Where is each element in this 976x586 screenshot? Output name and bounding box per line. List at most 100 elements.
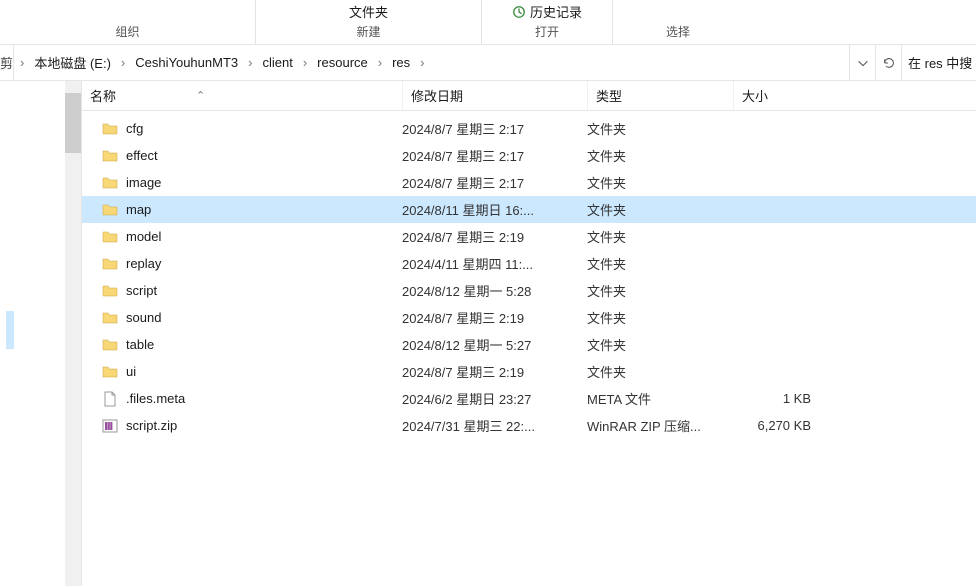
- file-row[interactable]: cfg 2024/8/7 星期三 2:17文件夹: [82, 115, 976, 142]
- chevron-right-icon: ›: [18, 55, 26, 70]
- file-type: 文件夹: [587, 362, 733, 381]
- zip-icon: [102, 418, 118, 434]
- file-date: 2024/8/12 星期一 5:28: [402, 281, 587, 300]
- file-row[interactable]: script 2024/8/12 星期一 5:28文件夹: [82, 277, 976, 304]
- file-type: WinRAR ZIP 压缩...: [587, 416, 733, 435]
- file-date: 2024/8/7 星期三 2:19: [402, 362, 587, 381]
- folder-icon: [102, 337, 118, 353]
- breadcrumb-segment[interactable]: client: [256, 51, 298, 74]
- folder-icon: [102, 175, 118, 191]
- file-name: image: [126, 175, 161, 190]
- file-name: sound: [126, 310, 161, 325]
- folder-icon: [102, 229, 118, 245]
- file-type: 文件夹: [587, 146, 733, 165]
- file-name: .files.meta: [126, 391, 185, 406]
- file-type: 文件夹: [587, 335, 733, 354]
- file-size: 1 KB: [733, 391, 811, 406]
- file-date: 2024/8/7 星期三 2:19: [402, 227, 587, 246]
- breadcrumb-segment[interactable]: 本地磁盘 (E:): [28, 49, 117, 76]
- ribbon-group-open: 历史记录 打开: [482, 0, 612, 44]
- ribbon: 组织 文件夹 新建 历史记录 打开 选择: [0, 0, 976, 45]
- refresh-icon: [882, 56, 896, 70]
- column-header-date[interactable]: 修改日期: [402, 81, 587, 110]
- file-list-pane: 名称 ⌃ 修改日期 类型 大小 cfg2024/8/7 星期三 2:17文件夹e…: [82, 81, 976, 586]
- file-name: cfg: [126, 121, 143, 136]
- nav-scrollbar[interactable]: [65, 81, 81, 586]
- file-type: 文件夹: [587, 227, 733, 246]
- file-name: script.zip: [126, 418, 177, 433]
- address-bar: 剪 ›本地磁盘 (E:)›CeshiYouhunMT3›client›resou…: [0, 45, 976, 81]
- breadcrumb[interactable]: ›本地磁盘 (E:)›CeshiYouhunMT3›client›resourc…: [14, 45, 849, 80]
- column-header-type[interactable]: 类型: [587, 81, 733, 110]
- file-row[interactable]: image2024/8/7 星期三 2:17文件夹: [82, 169, 976, 196]
- address-dropdown-button[interactable]: [849, 45, 875, 80]
- file-type: META 文件: [587, 389, 733, 408]
- file-name: model: [126, 229, 161, 244]
- chevron-right-icon: ›: [376, 55, 384, 70]
- column-header-size[interactable]: 大小: [733, 81, 819, 110]
- ribbon-group-label: 组织: [115, 21, 139, 44]
- file-rows: cfg2024/8/7 星期三 2:17文件夹effect2024/8/7 星期…: [82, 111, 976, 439]
- file-row[interactable]: ui 2024/8/7 星期三 2:19文件夹: [82, 358, 976, 385]
- search-placeholder: 在 res 中搜: [908, 53, 972, 72]
- file-name: map: [126, 202, 151, 217]
- file-type: 文件夹: [587, 200, 733, 219]
- file-row[interactable]: script.zip 2024/7/31 星期三 22:...WinRAR ZIP…: [82, 412, 976, 439]
- sort-indicator-icon: ⌃: [196, 89, 205, 102]
- folder-icon: [102, 256, 118, 272]
- file-row[interactable]: replay 2024/4/11 星期四 11:...文件夹: [82, 250, 976, 277]
- file-row[interactable]: table 2024/8/12 星期一 5:27文件夹: [82, 331, 976, 358]
- folder-icon: [102, 148, 118, 164]
- file-date: 2024/8/7 星期三 2:17: [402, 119, 587, 138]
- ribbon-group-label: 新建: [356, 21, 380, 44]
- file-name: effect: [126, 148, 158, 163]
- file-row[interactable]: effect 2024/8/7 星期三 2:17文件夹: [82, 142, 976, 169]
- file-type: 文件夹: [587, 254, 733, 273]
- refresh-button[interactable]: [875, 45, 901, 80]
- chevron-right-icon: ›: [246, 55, 254, 70]
- history-icon: [512, 5, 526, 19]
- breadcrumb-segment[interactable]: res: [386, 51, 416, 74]
- file-date: 2024/8/11 星期日 16:...: [402, 200, 587, 219]
- nav-scrollbar-thumb[interactable]: [65, 93, 81, 153]
- file-row[interactable]: .files.meta 2024/6/2 星期日 23:27META 文件1 KB: [82, 385, 976, 412]
- file-date: 2024/8/12 星期一 5:27: [402, 335, 587, 354]
- folder-icon: [102, 202, 118, 218]
- file-size: 6,270 KB: [733, 418, 811, 433]
- file-row[interactable]: model 2024/8/7 星期三 2:19文件夹: [82, 223, 976, 250]
- ribbon-group-new: 文件夹 新建: [256, 0, 481, 44]
- file-row[interactable]: map 2024/8/11 星期日 16:...文件夹: [82, 196, 976, 223]
- chevron-down-icon: [856, 56, 870, 70]
- file-name: ui: [126, 364, 136, 379]
- file-type: 文件夹: [587, 308, 733, 327]
- column-headers: 名称 ⌃ 修改日期 类型 大小: [82, 81, 976, 111]
- file-date: 2024/7/31 星期三 22:...: [402, 416, 587, 435]
- file-type: 文件夹: [587, 173, 733, 192]
- file-type: 文件夹: [587, 119, 733, 138]
- file-name: replay: [126, 256, 161, 271]
- chevron-right-icon: ›: [301, 55, 309, 70]
- ribbon-item-history[interactable]: 历史记录: [512, 2, 582, 21]
- file-row[interactable]: sound 2024/8/7 星期三 2:19文件夹: [82, 304, 976, 331]
- ribbon-group-label: 打开: [535, 21, 559, 44]
- breadcrumb-segment[interactable]: resource: [311, 51, 374, 74]
- navigation-pane[interactable]: [0, 81, 82, 586]
- search-input[interactable]: 在 res 中搜: [901, 45, 976, 80]
- ribbon-item-new-folder[interactable]: 文件夹: [349, 2, 388, 21]
- chevron-right-icon: ›: [119, 55, 127, 70]
- file-type: 文件夹: [587, 281, 733, 300]
- file-date: 2024/6/2 星期日 23:27: [402, 389, 587, 408]
- file-name: script: [126, 283, 157, 298]
- folder-icon: [102, 283, 118, 299]
- file-date: 2024/8/7 星期三 2:17: [402, 146, 587, 165]
- file-name: table: [126, 337, 154, 352]
- ribbon-group-select: 选择: [613, 0, 743, 44]
- ribbon-group-organize: 组织: [0, 0, 255, 44]
- column-header-name[interactable]: 名称 ⌃: [82, 81, 402, 110]
- folder-icon: [102, 310, 118, 326]
- file-date: 2024/8/7 星期三 2:19: [402, 308, 587, 327]
- folder-icon: [102, 121, 118, 137]
- folder-icon: [102, 364, 118, 380]
- file-date: 2024/4/11 星期四 11:...: [402, 254, 587, 273]
- breadcrumb-segment[interactable]: CeshiYouhunMT3: [129, 51, 244, 74]
